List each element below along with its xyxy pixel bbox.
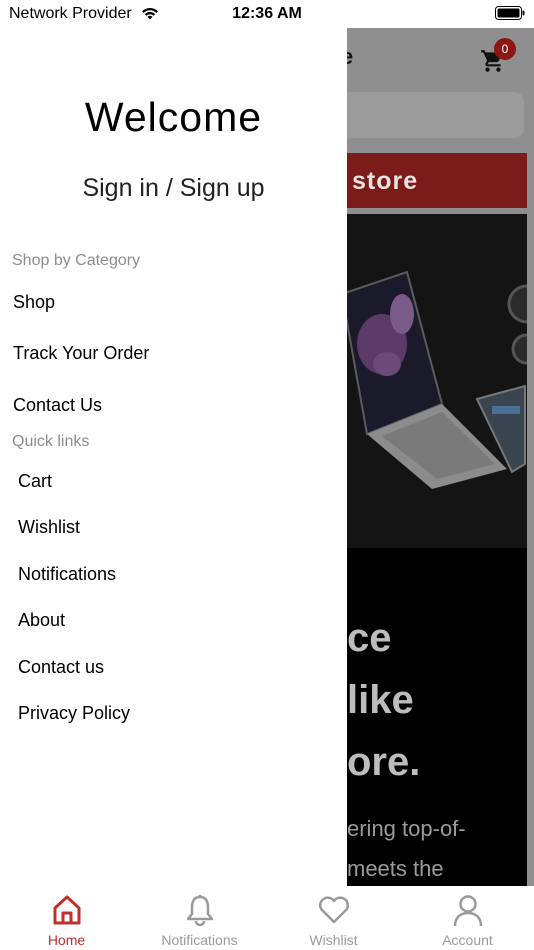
battery-icon (495, 6, 525, 20)
cart-button[interactable]: 0 (480, 38, 520, 74)
bottom-tab-bar: Home Notifications Wishlist Account (0, 886, 534, 950)
tab-home[interactable]: Home (0, 886, 133, 950)
promo-banner-text: store (352, 167, 419, 195)
home-icon (53, 895, 80, 925)
tab-home-label: Home (47, 932, 86, 948)
hero-sub-line-1: ering top-of- (347, 816, 466, 841)
tab-account-label: Account (442, 932, 493, 948)
menu-item-contact-us[interactable]: Contact Us (13, 395, 102, 416)
side-drawer: Welcome Sign in / Sign up Shop by Catego… (0, 28, 347, 886)
clock: 12:36 AM (232, 5, 302, 22)
hero-line-1: ce (347, 616, 392, 660)
search-bar[interactable] (347, 92, 524, 138)
promo-banner[interactable]: store (347, 153, 527, 208)
hero-line-3: ore. (347, 740, 421, 784)
hero-text-panel: ce like ore. ering top-of- meets the (347, 548, 527, 886)
tab-notifications-label: Notifications (161, 932, 238, 948)
menu-item-wishlist[interactable]: Wishlist (18, 517, 80, 538)
hero-line-2: like (347, 678, 414, 722)
scroll-edge (527, 28, 534, 886)
heart-icon (318, 896, 349, 924)
cart-count-badge: 0 (494, 38, 516, 60)
menu-item-contact-us-quick[interactable]: Contact us (18, 657, 104, 678)
menu-item-about[interactable]: About (18, 610, 65, 631)
background-home-screen[interactable]: e 0 store ce like ore. ering top-of- mee… (347, 28, 534, 886)
hero-sub-line-2: meets the (347, 856, 444, 881)
menu-item-notifications[interactable]: Notifications (18, 564, 116, 585)
menu-item-privacy-policy[interactable]: Privacy Policy (18, 703, 130, 724)
tab-wishlist-label: Wishlist (309, 932, 358, 948)
menu-item-cart[interactable]: Cart (18, 471, 52, 492)
menu-item-track-order[interactable]: Track Your Order (13, 343, 149, 364)
sign-in-link[interactable]: Sign in / Sign up (0, 174, 347, 203)
tab-notifications[interactable]: Notifications (133, 886, 266, 950)
tab-account[interactable]: Account (401, 886, 534, 950)
hero-laptop-image (347, 214, 527, 548)
section-title-shop-by-category: Shop by Category (12, 252, 141, 269)
laptop-illustration (347, 214, 527, 548)
section-title-quick-links: Quick links (12, 433, 90, 450)
bell-icon (186, 895, 213, 926)
status-bar: Network Provider 12:36 AM (0, 0, 534, 28)
welcome-heading: Welcome (84, 94, 263, 140)
store-title-fragment: e (347, 44, 354, 69)
person-icon (453, 895, 482, 927)
tab-wishlist[interactable]: Wishlist (267, 886, 400, 950)
menu-item-shop[interactable]: Shop (13, 292, 55, 313)
